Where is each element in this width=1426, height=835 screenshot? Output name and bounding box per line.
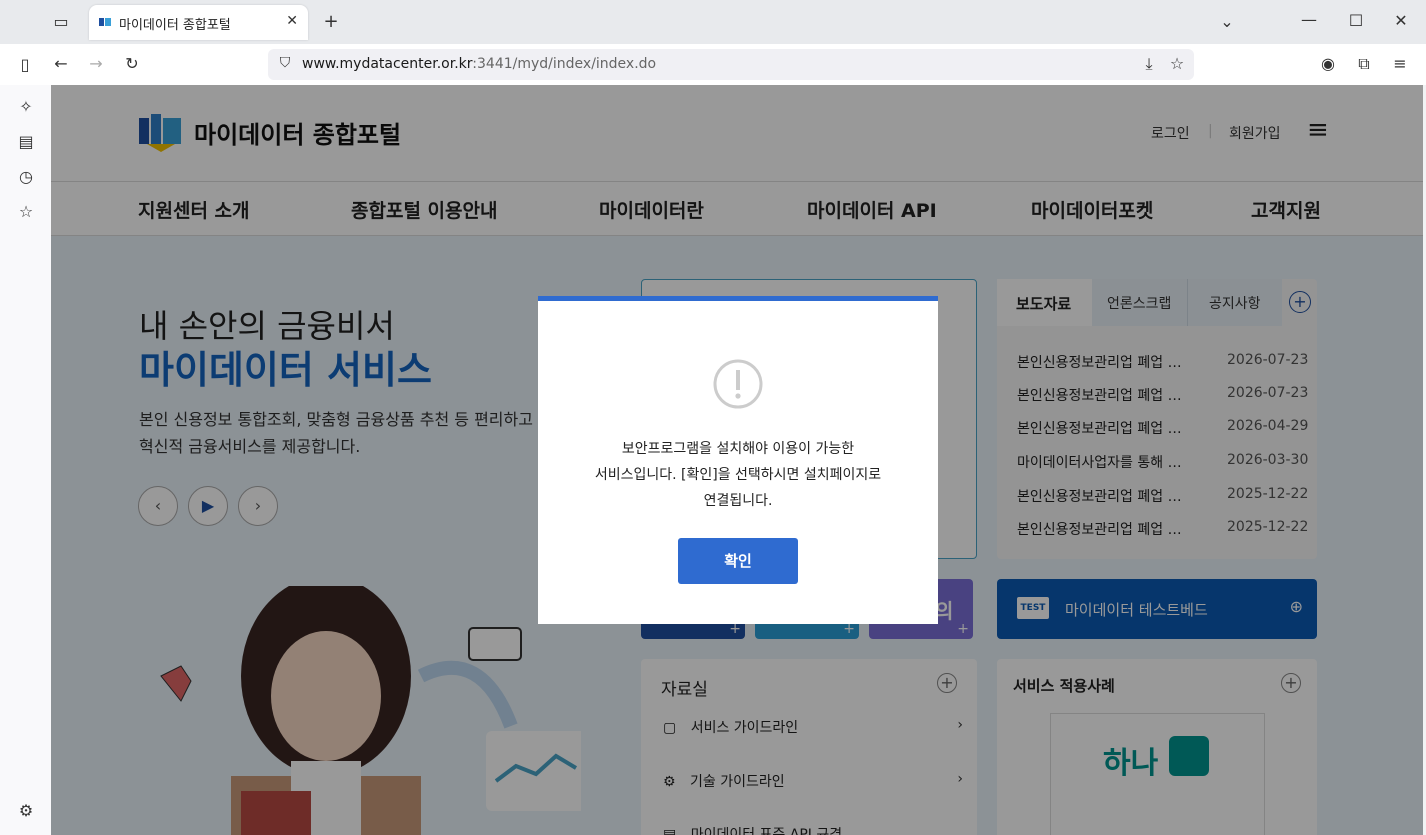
settings-gear-icon[interactable]: ⚙ bbox=[15, 801, 37, 820]
forward-icon[interactable]: → bbox=[85, 54, 107, 73]
site-favicon-icon bbox=[99, 18, 111, 26]
window-maximize-icon[interactable]: ☐ bbox=[1345, 11, 1367, 30]
download-page-icon[interactable]: ⤓ bbox=[1138, 54, 1160, 74]
window-close-icon[interactable]: ✕ bbox=[1390, 11, 1412, 30]
tab-list-chevron-icon[interactable]: ⌄ bbox=[1216, 12, 1238, 31]
modal-message: 보안프로그램을 설치해야 이용이 가능한 서비스입니다. [확인]을 선택하시면… bbox=[594, 441, 882, 509]
reload-icon[interactable]: ↻ bbox=[121, 54, 143, 73]
synced-tabs-icon[interactable]: ▤ bbox=[15, 132, 37, 151]
bookmarks-icon[interactable]: ☆ bbox=[15, 202, 37, 221]
address-url: www.mydatacenter.or.kr:3441/myd/index/in… bbox=[302, 56, 657, 72]
sidebar-toggle-icon[interactable]: ▯ bbox=[14, 55, 36, 74]
browser-tab-bar: ▭ 마이데이터 종합포털 ✕ + ⌄ — ☐ ✕ bbox=[0, 0, 1426, 44]
tab-title: 마이데이터 종합포털 bbox=[119, 18, 231, 33]
back-icon[interactable]: ← bbox=[50, 54, 72, 73]
account-icon[interactable]: ◉ bbox=[1317, 54, 1339, 73]
browser-tab[interactable]: 마이데이터 종합포털 ✕ bbox=[89, 5, 308, 40]
menu-icon[interactable]: ≡ bbox=[1389, 54, 1411, 73]
new-tab-icon[interactable]: + bbox=[320, 11, 342, 32]
site-info-shield-icon[interactable]: ⛉ bbox=[274, 55, 296, 71]
exclamation-circle-icon bbox=[713, 359, 763, 409]
tab-close-icon[interactable]: ✕ bbox=[286, 13, 298, 29]
bookmark-star-icon[interactable]: ☆ bbox=[1166, 54, 1188, 73]
tab-overview-icon[interactable]: ▭ bbox=[50, 12, 72, 31]
security-alert-modal: 보안프로그램을 설치해야 이용이 가능한 서비스입니다. [확인]을 선택하시면… bbox=[538, 296, 938, 624]
window-minimize-icon[interactable]: — bbox=[1298, 10, 1320, 29]
browser-sidebar: ✧ ▤ ◷ ☆ ⚙ bbox=[0, 85, 51, 835]
address-bar[interactable]: ⛉ www.mydatacenter.or.kr:3441/myd/index/… bbox=[268, 49, 1194, 80]
modal-confirm-button[interactable]: 확인 bbox=[678, 538, 798, 584]
extensions-icon[interactable]: ⧉ bbox=[1353, 54, 1375, 74]
history-icon[interactable]: ◷ bbox=[15, 167, 37, 186]
browser-toolbar: ▯ ← → ↻ ⛉ www.mydatacenter.or.kr:3441/my… bbox=[0, 44, 1426, 85]
ai-sparkle-icon[interactable]: ✧ bbox=[15, 97, 37, 116]
